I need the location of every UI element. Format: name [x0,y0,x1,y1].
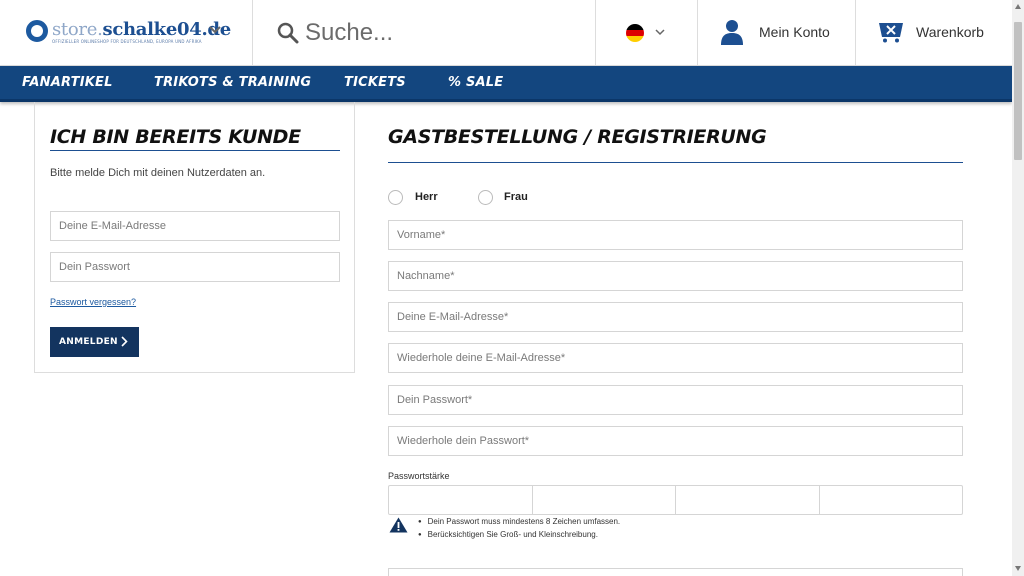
password-strength-label: Passwortstärke [388,471,450,481]
chevron-down-icon[interactable] [207,22,223,38]
warning-icon [389,517,408,533]
forgot-password-link[interactable]: Passwort vergessen? [50,297,136,307]
account-label: Mein Konto [759,24,830,40]
user-icon [721,20,743,45]
nav-item-fanartikel[interactable]: FANARTIKEL [22,75,113,90]
nav-item-tickets[interactable]: TICKETS [344,75,406,90]
search-area [253,0,596,65]
login-title: ICH BIN BEREITS KUNDE [50,126,340,151]
salutation-radio-frau[interactable] [478,190,493,205]
logo-tagline: OFFIZIELLER ONLINESHOP FÜR DEUTSCHLAND, … [52,39,202,44]
scroll-thumb[interactable] [1014,22,1022,160]
logo-area: store.schalke04.de OFFIZIELLER ONLINESHO… [0,0,253,65]
cart-icon [879,23,903,43]
germany-flag-icon [626,24,644,42]
password-strength-segment [820,486,963,514]
salutation-radio-herr[interactable] [388,190,403,205]
password-strength-segment [676,486,820,514]
login-password-input[interactable] [50,252,340,282]
login-email-input[interactable] [50,211,340,241]
password-strength-segment [389,486,533,514]
password-rules-list: Dein Passwort muss mindestens 8 Zeichen … [418,516,621,542]
scroll-up-arrow-icon[interactable] [1015,4,1021,9]
site-header: store.schalke04.de OFFIZIELLER ONLINESHO… [0,0,1012,66]
salutation-label-herr: Herr [415,191,438,203]
password-strength-segment [533,486,676,514]
store-logo[interactable]: store.schalke04.de [52,19,231,40]
scroll-down-arrow-icon[interactable] [1015,566,1021,571]
password-strength-meter [388,485,963,515]
nav-item-sale[interactable]: % SALE [448,75,503,90]
page-scrollbar[interactable] [1012,0,1024,576]
password-rule: Berücksichtigen Sie Groß- und Kleinschre… [418,529,620,542]
registration-title: GASTBESTELLUNG / REGISTRIERUNG [388,126,963,163]
cart-label: Warenkorb [916,24,984,40]
login-panel: ICH BIN BEREITS KUNDE Bitte melde Dich m… [34,102,355,373]
register-password-repeat-input[interactable] [388,426,963,456]
login-button[interactable]: ANMELDEN [50,327,139,357]
cart-link[interactable]: Warenkorb [856,0,1012,65]
salutation-label-frau: Frau [504,191,528,203]
search-input[interactable] [305,14,585,52]
language-selector[interactable] [596,0,698,65]
register-email-repeat-input[interactable] [388,343,963,373]
login-hint: Bitte melde Dich mit deinen Nutzerdaten … [50,167,266,179]
nav-item-trikots-training[interactable]: TRIKOTS & TRAINING [154,75,311,90]
login-button-label: ANMELDEN [59,337,118,347]
main-navigation: FANARTIKEL TRIKOTS & TRAINING TICKETS % … [0,66,1012,102]
firstname-input[interactable] [388,220,963,250]
search-icon[interactable] [277,22,299,44]
register-password-input[interactable] [388,385,963,415]
chevron-down-icon [655,29,665,36]
password-rule: Dein Passwort muss mindestens 8 Zeichen … [418,516,621,529]
next-form-field[interactable] [388,568,963,576]
schalke-crest-icon[interactable] [26,20,48,42]
account-link[interactable]: Mein Konto [698,0,856,65]
lastname-input[interactable] [388,261,963,291]
chevron-right-icon [121,336,128,347]
register-email-input[interactable] [388,302,963,332]
